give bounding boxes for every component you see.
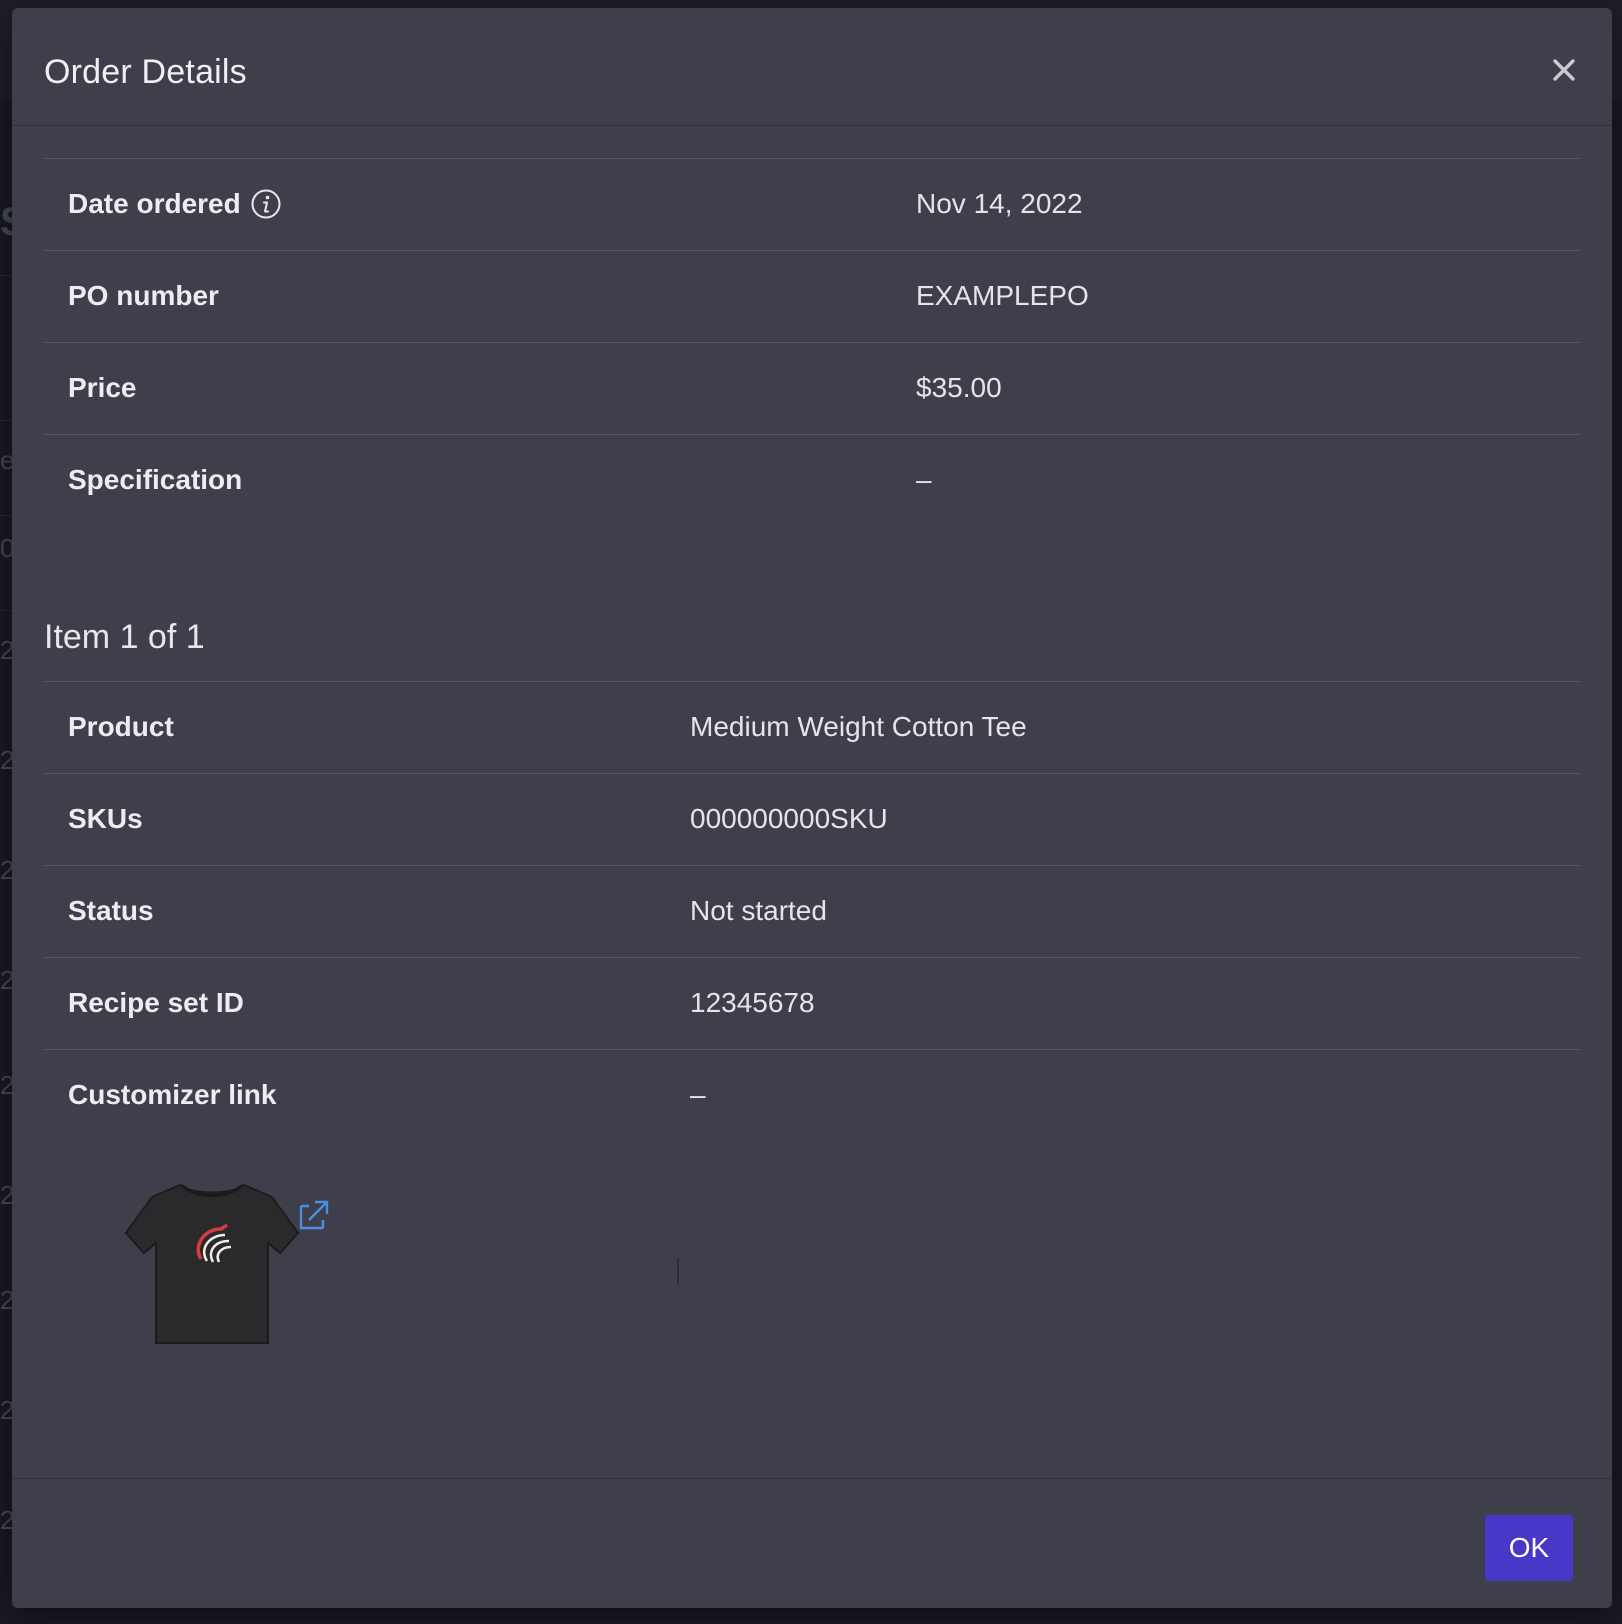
price-value: $35.00 [916,372,1002,403]
modal-footer: OK [12,1478,1612,1608]
external-link-button[interactable] [297,1198,331,1232]
customizer-link-label: Customizer link [68,1079,277,1110]
specification-value: – [916,464,932,495]
close-button[interactable] [1542,48,1586,92]
external-link-icon [299,1200,329,1230]
date-ordered-label: Date ordered [68,188,241,219]
date-ordered-value: Nov 14, 2022 [916,188,1083,219]
recipe-set-id-value: 12345678 [690,987,815,1018]
row-label: Date ordered [68,188,282,220]
item-row-customizer-link: Customizer link – [44,1049,1580,1141]
item-row-recipe-set-id: Recipe set ID 12345678 [44,957,1580,1049]
specification-label: Specification [68,464,243,495]
order-row-date-ordered: Date ordered Nov 14, 2022 [44,158,1580,250]
price-label: Price [68,372,137,403]
text-cursor [677,1258,679,1284]
recipe-set-id-label: Recipe set ID [68,987,244,1018]
close-icon [1553,59,1575,81]
order-row-po-number: PO number EXAMPLEPO [44,250,1580,342]
product-thumbnail[interactable] [112,1173,312,1353]
order-details-modal: Order Details Date ordered Nov 14, 2022 [12,8,1612,1608]
skus-label: SKUs [68,803,143,834]
order-row-specification: Specification – [44,434,1580,526]
modal-header: Order Details [12,8,1612,126]
ok-button[interactable]: OK [1485,1515,1573,1581]
status-value: Not started [690,895,827,926]
po-number-label: PO number [68,280,219,311]
order-row-price: Price $35.00 [44,342,1580,434]
modal-title: Order Details [44,53,247,91]
product-label: Product [68,711,174,742]
po-number-value: EXAMPLEPO [916,280,1089,311]
item-row-skus: SKUs 000000000SKU [44,773,1580,865]
customizer-link-value: – [690,1079,706,1110]
item-row-status: Status Not started [44,865,1580,957]
item-heading: Item 1 of 1 [44,618,205,656]
status-label: Status [68,895,154,926]
product-value: Medium Weight Cotton Tee [690,711,1027,742]
info-icon[interactable] [250,188,282,220]
skus-value: 000000000SKU [690,803,888,834]
item-row-product: Product Medium Weight Cotton Tee [44,681,1580,773]
